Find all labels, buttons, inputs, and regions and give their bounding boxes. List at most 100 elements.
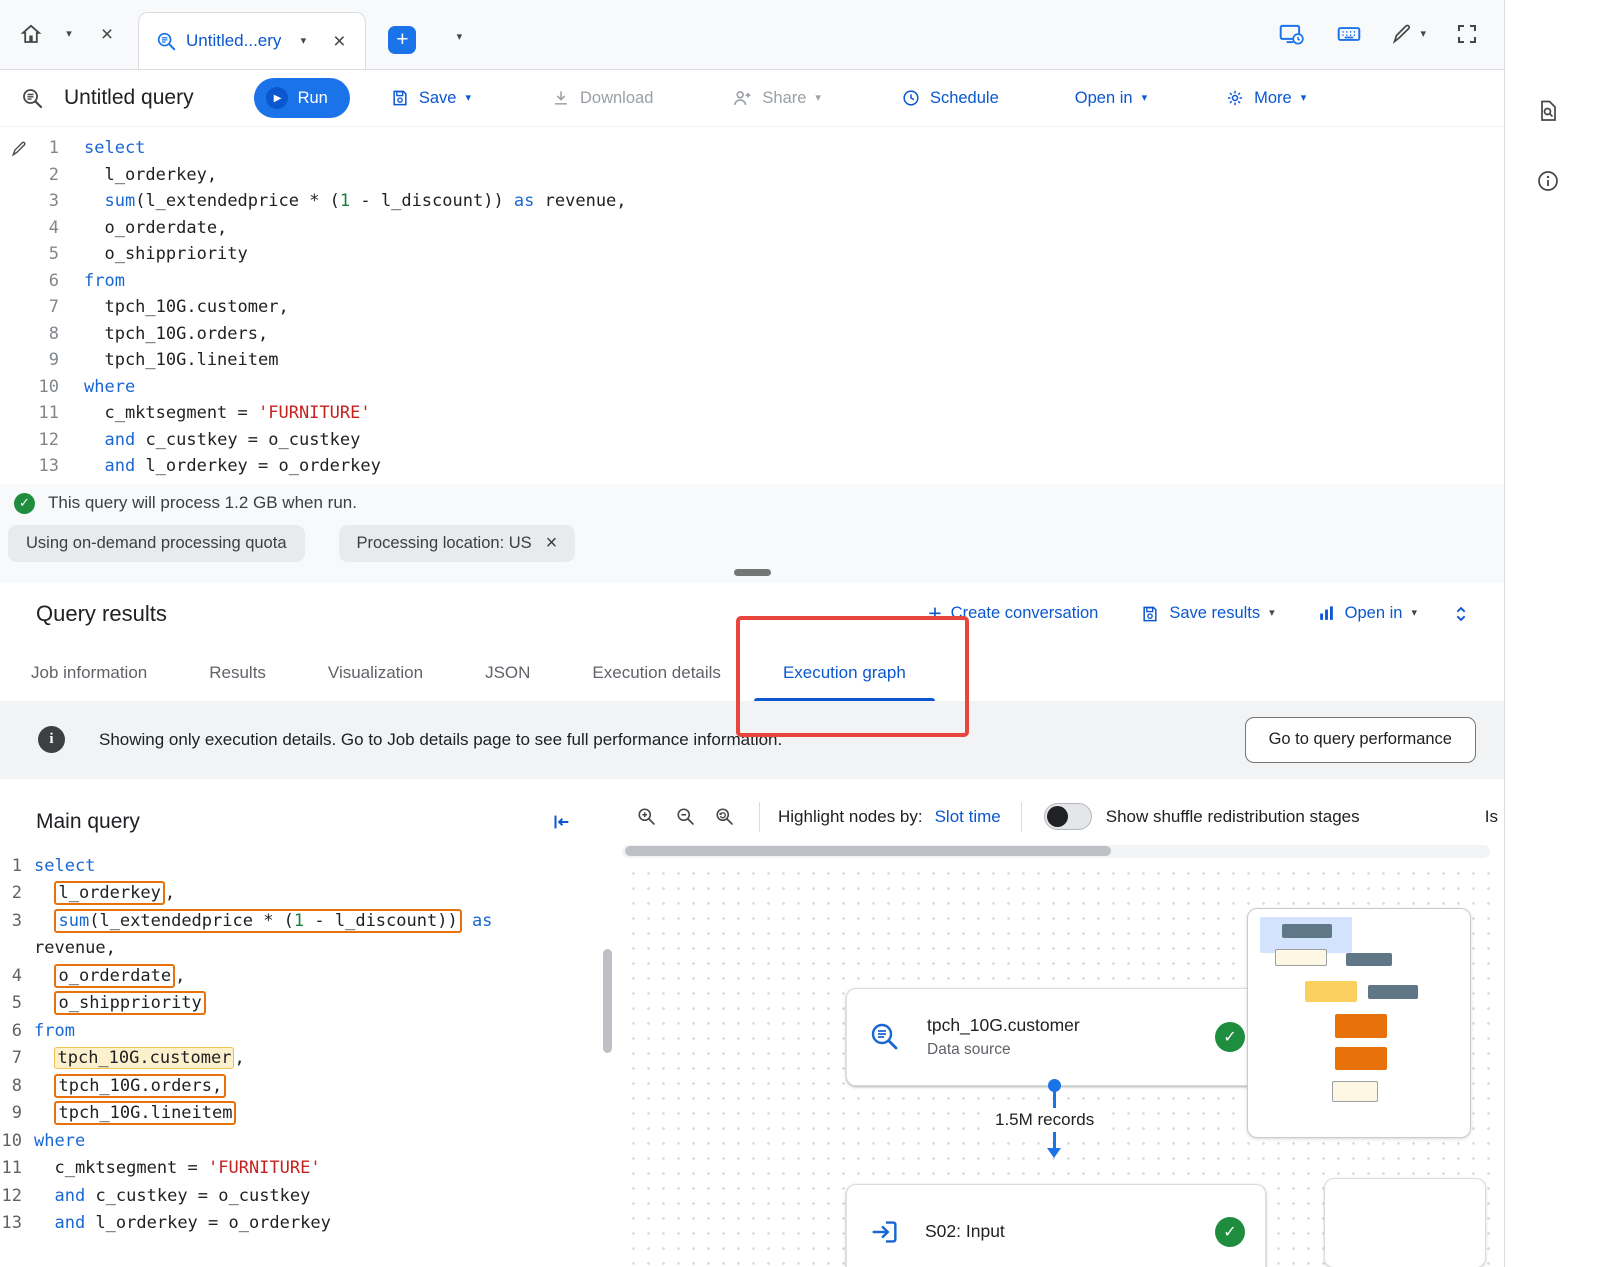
zoom-out-button[interactable]	[675, 806, 696, 827]
chip-label: Processing location: US	[357, 534, 532, 553]
clipped-toolbar-label: Is	[1469, 807, 1498, 827]
results-tab[interactable]: Job information	[0, 645, 178, 701]
schedule-button-label: Schedule	[930, 89, 999, 108]
download-button[interactable]: Download	[525, 78, 679, 118]
node-title: S02: Input	[925, 1221, 1005, 1242]
bigquery-app: ▾ × Untitled...ery ▾ × + ▾ ▾	[0, 0, 1600, 1267]
query-settings-chips: Using on-demand processing quota Process…	[0, 514, 1504, 562]
chevron-down-icon: ▾	[465, 93, 471, 104]
go-to-query-performance-button[interactable]: Go to query performance	[1245, 717, 1476, 763]
main-query-header: Main query	[0, 779, 600, 843]
results-tab[interactable]: JSON	[454, 645, 561, 701]
open-in-button[interactable]: Open in ▾	[1049, 78, 1173, 118]
home-menu-button[interactable]: ▾	[52, 17, 86, 51]
results-tab[interactable]: Results	[178, 645, 297, 701]
editor-format-icon[interactable]	[10, 139, 29, 158]
query-validation-status: ✓ This query will process 1.2 GB when ru…	[0, 484, 1504, 514]
open-results-in-button[interactable]: Open in ▾	[1302, 594, 1432, 634]
close-query-tab-button[interactable]: ×	[325, 27, 353, 55]
new-tab-button[interactable]: +	[388, 26, 416, 54]
query-table-search-icon	[155, 30, 177, 52]
new-tab-menu-button[interactable]: ▾	[442, 20, 476, 54]
shuffle-stages-toggle[interactable]	[1044, 803, 1092, 830]
scrollbar-thumb[interactable]	[625, 846, 1111, 856]
graph-horizontal-scrollbar[interactable]	[622, 845, 1490, 858]
partial-node-card	[1324, 1178, 1486, 1267]
zoom-out-icon	[675, 806, 696, 827]
fullscreen-button[interactable]	[1450, 17, 1484, 51]
toolbar-divider	[759, 802, 760, 832]
graph-node-datasource[interactable]: tpch_10G.customer Data source ✓	[846, 988, 1266, 1086]
expand-results-button[interactable]	[1444, 597, 1478, 631]
download-icon	[551, 88, 571, 108]
execution-graph-section: Main query 1select2 l_orderkey,3 sum(l_e…	[0, 779, 1504, 1267]
chevron-down-icon: ▾	[457, 32, 463, 43]
sql-editor[interactable]: 1select2 l_orderkey,3 sum(l_extendedpric…	[0, 135, 1504, 480]
zoom-reset-icon	[714, 806, 735, 827]
results-actions: + Create conversation Save results ▾ Ope…	[913, 594, 1478, 634]
results-tab[interactable]: Execution details	[561, 645, 752, 701]
collapse-left-icon	[550, 811, 572, 833]
tab-strip-left: ▾ ×	[14, 0, 124, 69]
save-button-label: Save	[419, 89, 457, 108]
clock-icon	[901, 88, 921, 108]
save-button[interactable]: Save ▾	[364, 78, 497, 118]
editor-status-strip: ✓ This query will process 1.2 GB when ru…	[0, 484, 1504, 583]
remote-session-button[interactable]	[1274, 17, 1308, 51]
query-table-search-icon	[20, 86, 44, 110]
graph-canvas[interactable]: tpch_10G.customer Data source ✓ 1.5M rec…	[622, 862, 1490, 1267]
share-button-label: Share	[762, 89, 806, 108]
graph-minimap[interactable]	[1247, 908, 1471, 1138]
share-button[interactable]: Share ▾	[705, 78, 847, 118]
run-button-label: Run	[298, 89, 328, 108]
gear-icon	[1225, 88, 1245, 108]
query-tab-title: Untitled...ery	[186, 31, 281, 51]
results-tab[interactable]: Visualization	[297, 645, 454, 701]
keyboard-shortcuts-button[interactable]	[1332, 17, 1366, 51]
save-results-label: Save results	[1169, 604, 1260, 623]
results-tab[interactable]: Execution graph	[752, 645, 937, 701]
info-panel-button[interactable]	[1531, 164, 1565, 198]
home-icon	[19, 22, 43, 46]
more-button[interactable]: More ▾	[1199, 78, 1332, 118]
highlight-mode-dropdown[interactable]: Slot time	[935, 807, 1001, 827]
node-text: S02: Input	[925, 1221, 1005, 1242]
sql-generation-button[interactable]: ▾	[1390, 17, 1426, 51]
results-tab-bar: Job information Results Visualization JS…	[0, 645, 1504, 701]
editor-tab-strip: ▾ × Untitled...ery ▾ × + ▾ ▾	[0, 0, 1504, 70]
create-conversation-label: Create conversation	[951, 604, 1099, 623]
toolbar-divider	[1021, 802, 1022, 832]
zoom-reset-button[interactable]	[714, 806, 735, 827]
main-query-scrollbar[interactable]	[603, 949, 612, 1053]
results-tab-label: Job information	[31, 663, 147, 683]
open-results-in-label: Open in	[1345, 604, 1403, 623]
plus-icon: +	[928, 602, 941, 625]
results-tab-label: JSON	[485, 663, 530, 683]
save-results-button[interactable]: Save results ▾	[1125, 594, 1289, 634]
splitter-drag-handle[interactable]	[734, 569, 771, 576]
results-title: Query results	[36, 601, 167, 627]
right-side-rail	[1505, 0, 1600, 1267]
settings-chip[interactable]: Processing location: US ×	[339, 525, 576, 562]
create-conversation-button[interactable]: + Create conversation	[913, 594, 1113, 634]
collapse-panel-button[interactable]	[544, 805, 578, 839]
home-button[interactable]	[14, 17, 48, 51]
query-history-search-button[interactable]	[1531, 94, 1565, 128]
save-icon	[390, 88, 410, 108]
main-query-code[interactable]: 1select2 l_orderkey,3 sum(l_extendedpric…	[0, 843, 600, 1238]
input-stage-icon	[867, 1215, 901, 1249]
save-icon	[1140, 604, 1160, 624]
graph-node-input-stage[interactable]: S02: Input ✓	[846, 1184, 1266, 1267]
query-tab-menu-button[interactable]: ▾	[290, 28, 316, 54]
sql-editor-region: 1select2 l_orderkey,3 sum(l_extendedpric…	[0, 127, 1504, 484]
chip-close-icon[interactable]: ×	[546, 533, 558, 553]
query-tab[interactable]: Untitled...ery ▾ ×	[138, 12, 366, 69]
close-home-tab-button[interactable]: ×	[90, 17, 124, 51]
query-toolbar: Untitled query ▶ Run Save ▾ Download Sha…	[0, 70, 1504, 127]
banner-message: Showing only execution details. Go to Jo…	[99, 730, 782, 750]
settings-chip[interactable]: Using on-demand processing quota	[8, 525, 305, 562]
schedule-button[interactable]: Schedule	[875, 78, 1025, 118]
run-button[interactable]: ▶ Run	[254, 78, 350, 118]
zoom-in-button[interactable]	[636, 806, 657, 827]
fullscreen-icon	[1455, 22, 1479, 46]
